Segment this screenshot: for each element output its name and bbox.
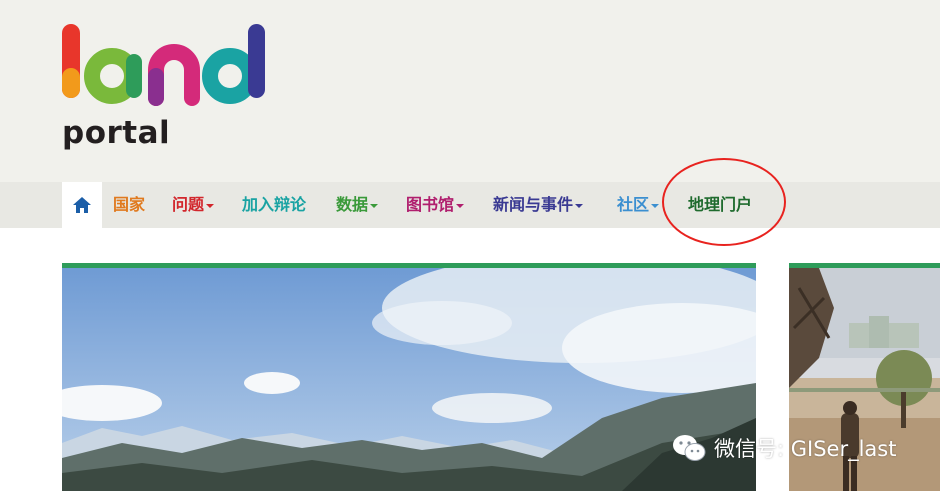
watermark-text: 微信号: GISer_last [714,437,897,461]
wechat-icon [673,435,706,461]
land-portal-logo[interactable]: portal [60,18,280,150]
nav-item-geoportal[interactable]: 地理门户 [688,182,752,228]
nav-item-data[interactable]: 数据 [336,182,379,228]
chevron-down-icon [575,203,584,208]
site-header: portal [0,0,940,182]
nav-item-label: 数据 [336,195,369,214]
nav-item-label: 新闻与事件 [493,195,574,214]
nav-home[interactable] [62,182,102,228]
chevron-down-icon [370,203,379,208]
wechat-watermark: 微信号: GISer_last [672,432,896,464]
nav-item-label: 图书馆 [406,195,455,214]
logo-land-letters [62,24,265,106]
logo-letter-a-stem [126,54,142,98]
logo-letter-d-stem [248,24,265,98]
main-navigation: 国家 问题 加入辩论 数据 图书馆 新闻与事件 社区 地理门户 [0,182,940,228]
nav-item-countries[interactable]: 国家 [113,182,145,228]
nav-item-label: 问题 [172,195,205,214]
nav-item-community[interactable]: 社区 [617,182,660,228]
chevron-down-icon [651,203,660,208]
chevron-down-icon [456,203,465,208]
hero-image[interactable] [62,263,756,491]
nav-item-label: 加入辩论 [242,195,307,214]
logo-word-portal: portal [62,115,171,151]
nav-item-label: 地理门户 [688,195,753,214]
hero-mountain-picture [62,268,756,491]
logo-letter-d [202,48,258,104]
chevron-down-icon [206,203,215,208]
logo-letter-l-base [62,68,80,98]
nav-item-news-events[interactable]: 新闻与事件 [493,182,584,228]
home-icon [73,197,91,213]
nav-item-label: 社区 [617,195,650,214]
nav-item-library[interactable]: 图书馆 [406,182,465,228]
nav-item-label: 国家 [113,195,146,214]
nav-item-join-debate[interactable]: 加入辩论 [242,182,306,228]
nav-item-issues[interactable]: 问题 [172,182,215,228]
